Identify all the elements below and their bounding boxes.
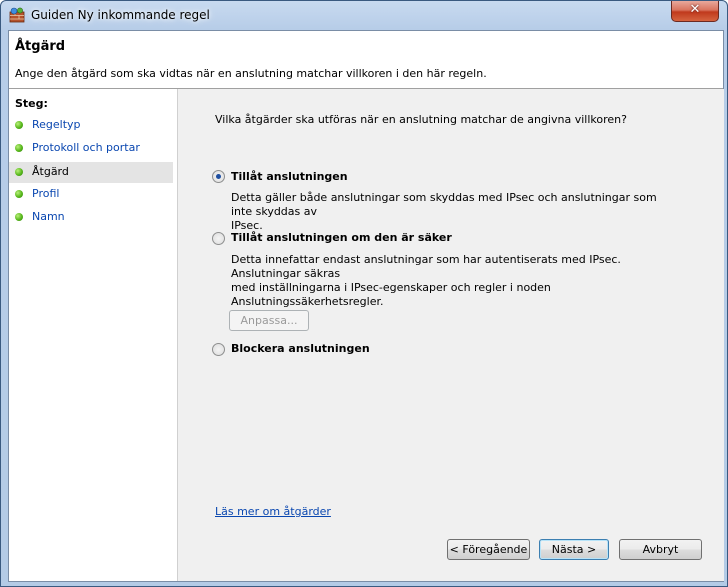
step-protokoll-och-portar[interactable]: Protokoll och portar (9, 138, 173, 159)
step-label: Åtgärd (32, 165, 69, 178)
step-regeltyp[interactable]: Regeltyp (9, 115, 173, 136)
desc-line: med inställningarna i IPsec-egenskaper o… (231, 281, 551, 308)
action-question: Vilka åtgärder ska utföras när en anslut… (215, 113, 627, 126)
learn-more-link[interactable]: Läs mer om åtgärder (215, 505, 331, 518)
step-current-icon (15, 168, 23, 176)
window-title: Guiden Ny inkommande regel (31, 8, 210, 22)
option-label-block[interactable]: Blockera anslutningen (231, 342, 370, 355)
option-desc-allow: Detta gäller både anslutningar som skydd… (231, 191, 681, 233)
step-complete-icon (15, 144, 23, 152)
page-title: Åtgärd (15, 39, 66, 54)
customize-button[interactable]: Anpassa... (229, 310, 309, 331)
step-pending-icon (15, 190, 23, 198)
wizard-client-area: Åtgärd Ange den åtgärd som ska vidtas nä… (8, 30, 724, 582)
close-button[interactable]: ✕ (671, 1, 719, 22)
radio-allow[interactable] (212, 170, 225, 183)
step-profil[interactable]: Profil (9, 184, 173, 205)
main-panel: Vilka åtgärder ska utföras när en anslut… (177, 89, 724, 581)
radio-block[interactable] (212, 343, 225, 356)
close-icon: ✕ (689, 2, 701, 17)
step-pending-icon (15, 213, 23, 221)
option-desc-allow-secure: Detta innefattar endast anslutningar som… (231, 253, 681, 309)
cancel-button[interactable]: Avbryt (619, 539, 702, 560)
desc-line: Detta innefattar endast anslutningar som… (231, 253, 621, 280)
step-label: Namn (32, 210, 65, 223)
page-subtitle: Ange den åtgärd som ska vidtas när en an… (15, 67, 487, 80)
steps-title: Steg: (15, 97, 48, 110)
step-label: Profil (32, 187, 60, 200)
step-namn[interactable]: Namn (9, 207, 173, 228)
title-bar[interactable]: Guiden Ny inkommande regel ✕ (1, 1, 727, 29)
page-header: Åtgärd Ange den åtgärd som ska vidtas nä… (9, 31, 723, 89)
wizard-window: Guiden Ny inkommande regel ✕ Åtgärd Ange… (0, 0, 728, 587)
back-button[interactable]: < Föregående (447, 539, 530, 560)
desc-line: Detta gäller både anslutningar som skydd… (231, 191, 657, 218)
radio-allow-secure[interactable] (212, 232, 225, 245)
next-button[interactable]: Nästa > (539, 539, 609, 560)
firewall-icon (9, 7, 25, 23)
step-atgard[interactable]: Åtgärd (9, 162, 173, 183)
option-label-allow-secure[interactable]: Tillåt anslutningen om den är säker (231, 231, 452, 244)
step-label: Regeltyp (32, 118, 81, 131)
step-label: Protokoll och portar (32, 141, 140, 154)
steps-sidebar: Steg: Regeltyp Protokoll och portar Åtgä… (9, 89, 176, 581)
option-label-allow[interactable]: Tillåt anslutningen (231, 170, 348, 183)
step-complete-icon (15, 121, 23, 129)
